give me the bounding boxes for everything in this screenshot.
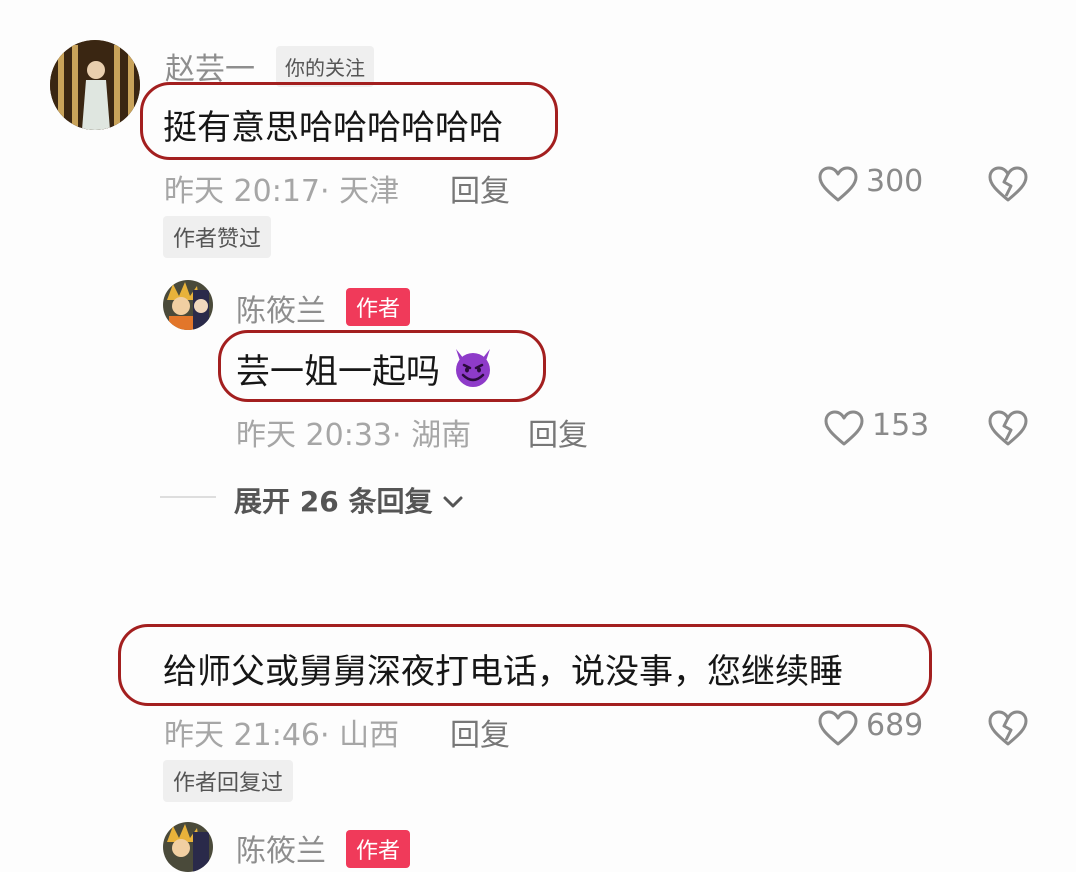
- expand-replies-button[interactable]: 展开 26 条回复: [234, 480, 464, 520]
- author-tag: 作者: [346, 830, 411, 868]
- avatar-image: [50, 40, 140, 130]
- like-count: 153: [872, 408, 930, 443]
- heart-outline-icon: [818, 710, 858, 746]
- reply-text: 芸一姐一起吗: [236, 344, 495, 393]
- reply-author-name[interactable]: 陈筱兰: [236, 286, 326, 330]
- like-count: 300: [866, 164, 924, 199]
- like-count: 689: [866, 708, 924, 743]
- heart-outline-icon: [824, 410, 864, 446]
- author-tag: 作者: [346, 288, 411, 326]
- heart-outline-icon: [818, 166, 858, 202]
- broken-heart-icon[interactable]: [988, 410, 1028, 446]
- reply-author-name[interactable]: 陈筱兰: [236, 826, 326, 870]
- avatar[interactable]: [163, 280, 213, 330]
- reply-button[interactable]: 回复: [450, 710, 510, 754]
- broken-heart-icon[interactable]: [988, 166, 1028, 202]
- reply-button[interactable]: 回复: [528, 410, 588, 454]
- like-button[interactable]: 153: [824, 408, 934, 450]
- reply-text-content: 芸一姐一起吗: [236, 352, 440, 392]
- author-replied-badge: 作者回复过: [163, 760, 294, 802]
- author-liked-badge: 作者赞过: [163, 216, 272, 258]
- avatar[interactable]: [163, 822, 213, 872]
- comment-text: 给师父或舅舅深夜打电话，说没事，您继续睡: [163, 652, 843, 692]
- comment-time-location: 昨天 20:17· 天津: [164, 174, 400, 209]
- reply-time-location: 昨天 20:33· 湖南: [236, 418, 472, 453]
- follow-tag: 你的关注: [276, 46, 374, 87]
- chevron-down-icon: [443, 496, 463, 508]
- smiling-devil-emoji: [451, 345, 495, 389]
- avatar-image: [163, 822, 213, 872]
- avatar-image: [163, 280, 213, 330]
- like-button[interactable]: 689: [818, 708, 938, 750]
- expand-replies-label: 展开 26 条回复: [234, 485, 433, 518]
- broken-heart-icon[interactable]: [988, 710, 1028, 746]
- reply-button[interactable]: 回复: [450, 166, 510, 210]
- comment-text: 挺有意思哈哈哈哈哈哈: [163, 108, 503, 148]
- avatar[interactable]: [50, 40, 140, 130]
- comment-time-location: 昨天 21:46· 山西: [164, 718, 400, 753]
- like-button[interactable]: 300: [818, 164, 938, 206]
- divider-line: [160, 496, 216, 498]
